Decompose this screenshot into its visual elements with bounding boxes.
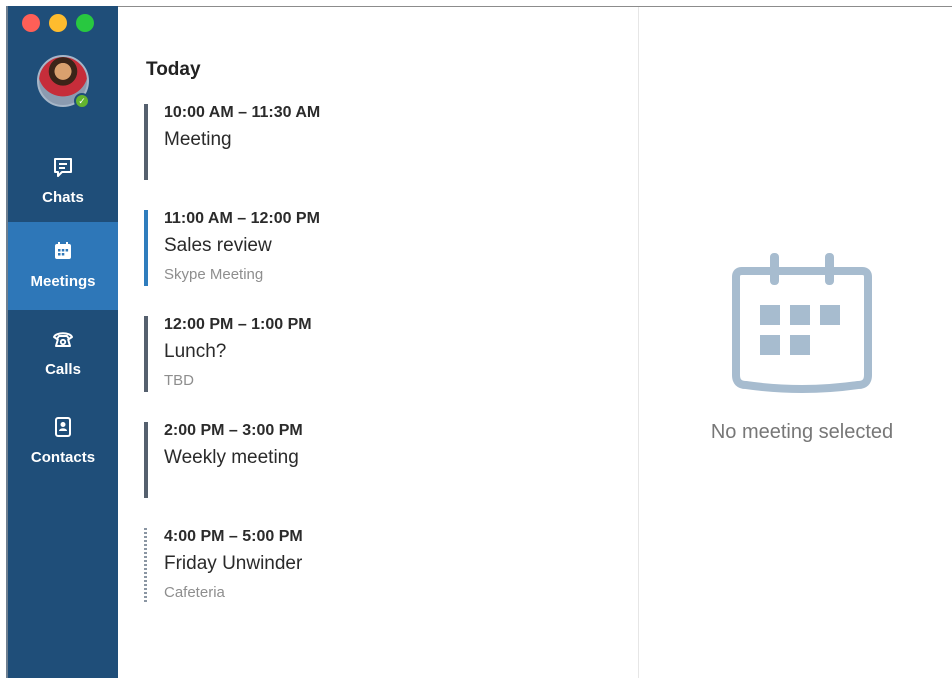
meeting-title: Sales review — [164, 235, 272, 256]
agenda-pane: Today 10:00 AM – 11:30 AM Meeting 11:00 … — [118, 7, 638, 678]
meeting-time: 4:00 PM – 5:00 PM — [164, 528, 303, 545]
sidebar-item-label: Chats — [42, 189, 84, 206]
meeting-item[interactable]: 10:00 AM – 11:30 AM Meeting — [144, 104, 564, 184]
meeting-item[interactable]: 11:00 AM – 12:00 PM Sales review Skype M… — [144, 210, 564, 290]
phone-icon — [53, 332, 73, 347]
meeting-item[interactable]: 12:00 PM – 1:00 PM Lunch? TBD — [144, 316, 564, 396]
sidebar-item-label: Calls — [45, 361, 81, 378]
meeting-status-bar — [144, 528, 147, 604]
meeting-time: 11:00 AM – 12:00 PM — [164, 210, 320, 227]
agenda-heading: Today — [146, 59, 201, 80]
window-controls — [22, 14, 94, 32]
app-window: ✓ Chats Meetings Calls Contacts Today 10… — [0, 0, 952, 678]
meeting-title: Lunch? — [164, 341, 227, 362]
minimize-window-button[interactable] — [49, 14, 67, 32]
chat-icon — [54, 158, 72, 177]
sidebar-item-calls[interactable]: Calls — [8, 310, 118, 398]
sidebar-item-chats[interactable]: Chats — [8, 138, 118, 226]
meeting-location: Cafeteria — [164, 584, 225, 601]
contact-card-icon — [55, 417, 71, 437]
meeting-time: 12:00 PM – 1:00 PM — [164, 316, 312, 333]
meeting-title: Friday Unwinder — [164, 553, 303, 574]
meeting-item[interactable]: 2:00 PM – 3:00 PM Weekly meeting — [144, 422, 564, 502]
meeting-status-bar — [144, 316, 148, 392]
meeting-status-bar — [144, 104, 148, 180]
meeting-time: 2:00 PM – 3:00 PM — [164, 422, 303, 439]
zoom-window-button[interactable] — [76, 14, 94, 32]
sidebar-item-label: Contacts — [30, 449, 96, 466]
meeting-time: 10:00 AM – 11:30 AM — [164, 104, 321, 121]
calendar-icon — [732, 253, 872, 393]
calendar-icon — [55, 242, 71, 259]
sidebar: ✓ Chats Meetings Calls Contacts — [8, 6, 118, 678]
meeting-status-bar — [144, 210, 148, 286]
presence-available-icon: ✓ — [74, 93, 90, 109]
meeting-item[interactable]: 4:00 PM – 5:00 PM Friday Unwinder Cafete… — [144, 528, 564, 608]
meeting-title: Meeting — [164, 129, 232, 150]
meeting-status-bar — [144, 422, 148, 498]
sidebar-item-contacts[interactable]: Contacts — [8, 398, 118, 486]
sidebar-item-label: Meetings — [30, 273, 96, 290]
empty-state-text: No meeting selected — [710, 421, 894, 443]
sidebar-item-meetings[interactable]: Meetings — [8, 222, 118, 310]
meeting-detail-pane: No meeting selected — [639, 7, 952, 678]
meeting-location: Skype Meeting — [164, 266, 264, 283]
meeting-title: Weekly meeting — [164, 447, 299, 468]
meeting-location: TBD — [164, 372, 194, 389]
close-window-button[interactable] — [22, 14, 40, 32]
